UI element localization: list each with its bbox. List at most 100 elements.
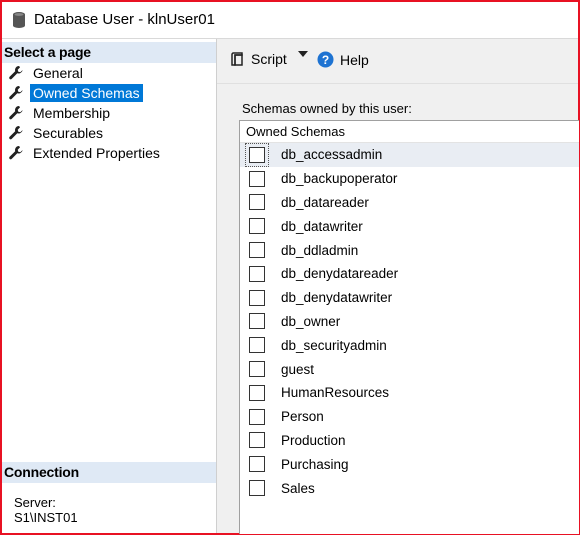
- schema-checkbox[interactable]: [249, 218, 265, 235]
- schema-checkbox[interactable]: [249, 384, 265, 401]
- schema-name: db_backupoperator: [281, 171, 398, 187]
- schema-row[interactable]: db_denydatawriter: [240, 286, 579, 310]
- checkbox-wrapper: [247, 383, 267, 403]
- checkbox-wrapper: [247, 430, 267, 450]
- checkbox-wrapper: [247, 311, 267, 331]
- schema-name: db_ddladmin: [281, 242, 359, 258]
- schema-name: HumanResources: [281, 385, 390, 401]
- page-item-label: Extended Properties: [33, 145, 160, 161]
- checkbox-wrapper: [247, 478, 267, 498]
- checkbox-wrapper: [247, 216, 267, 236]
- dialog-window: Database User - klnUser01 Select a page …: [0, 0, 580, 535]
- help-button[interactable]: ? Help: [317, 51, 369, 68]
- schema-name: db_datawriter: [281, 218, 363, 234]
- page-item-securables[interactable]: Securables: [2, 123, 216, 143]
- schema-checkbox[interactable]: [249, 432, 265, 449]
- schema-name: db_datareader: [281, 194, 369, 210]
- schema-checkbox[interactable]: [249, 289, 265, 306]
- page-item-owned-schemas[interactable]: Owned Schemas: [2, 83, 216, 103]
- schema-row[interactable]: db_datawriter: [240, 214, 579, 238]
- checkbox-wrapper: [245, 142, 269, 167]
- schema-name: db_accessadmin: [281, 147, 383, 163]
- schema-checkbox[interactable]: [249, 170, 265, 187]
- schema-rows: db_accessadmin db_backupoperator db_datare…: [240, 142, 579, 500]
- checkbox-wrapper: [247, 240, 267, 260]
- svg-text:?: ?: [322, 53, 329, 67]
- server-label: Server:: [14, 495, 56, 510]
- dropdown-arrow-icon: [298, 51, 308, 57]
- schemas-caption: Schemas owned by this user:: [242, 101, 412, 116]
- checkbox-wrapper: [247, 169, 267, 189]
- schema-name: Person: [281, 409, 324, 425]
- owned-schemas-grid: Owned Schemas db_accessadmin db_backupope…: [239, 120, 579, 534]
- wrench-icon: [9, 126, 23, 140]
- schema-name: Purchasing: [281, 456, 349, 472]
- checkbox-wrapper: [247, 192, 267, 212]
- schema-row[interactable]: db_owner: [240, 310, 579, 334]
- left-pane: Select a page General Owned Schemas Memb…: [2, 39, 217, 533]
- page-item-label: General: [33, 65, 83, 81]
- schema-checkbox[interactable]: [249, 456, 265, 473]
- title-bar: Database User - klnUser01: [2, 2, 578, 39]
- schema-name: guest: [281, 361, 315, 377]
- schema-row[interactable]: Sales: [240, 476, 579, 500]
- script-button[interactable]: Script: [229, 51, 287, 67]
- schema-row[interactable]: HumanResources: [240, 381, 579, 405]
- window-title: Database User - klnUser01: [34, 11, 215, 28]
- schema-name: Production: [281, 432, 346, 448]
- schema-row[interactable]: db_accessadmin: [240, 142, 579, 167]
- page-item-label: Owned Schemas: [30, 84, 143, 102]
- page-item-extended-properties[interactable]: Extended Properties: [2, 143, 216, 163]
- checkbox-wrapper: [247, 454, 267, 474]
- checkbox-wrapper: [247, 359, 267, 379]
- page-item-general[interactable]: General: [2, 63, 216, 83]
- schema-row[interactable]: db_ddladmin: [240, 238, 579, 262]
- schema-row[interactable]: db_backupoperator: [240, 167, 579, 191]
- schema-checkbox[interactable]: [249, 480, 265, 497]
- connection-header: Connection: [2, 462, 216, 483]
- checkbox-wrapper: [247, 288, 267, 308]
- checkbox-wrapper: [247, 264, 267, 284]
- wrench-icon: [9, 86, 23, 100]
- page-item-label: Securables: [33, 125, 104, 141]
- schema-row[interactable]: Production: [240, 429, 579, 453]
- schema-checkbox[interactable]: [249, 337, 265, 354]
- owned-schemas-panel: Schemas owned by this user: Owned Schema…: [217, 84, 579, 534]
- server-value: S1\INST01: [14, 510, 78, 525]
- help-icon: ?: [317, 51, 334, 68]
- schema-name: db_denydatareader: [281, 266, 399, 282]
- schema-checkbox[interactable]: [249, 313, 265, 330]
- script-dropdown-button[interactable]: [298, 51, 308, 57]
- schema-row[interactable]: Purchasing: [240, 452, 579, 476]
- schema-name: db_owner: [281, 313, 341, 329]
- wrench-icon: [9, 66, 23, 80]
- toolbar: Script ? Help: [217, 39, 578, 84]
- database-icon: [13, 12, 25, 28]
- page-list: General Owned Schemas Membership Securab…: [2, 63, 216, 163]
- page-item-label: Membership: [33, 105, 111, 121]
- schema-checkbox[interactable]: [249, 361, 265, 378]
- schema-checkbox[interactable]: [249, 408, 265, 425]
- connection-info: Server: S1\INST01: [14, 495, 78, 525]
- schema-name: Sales: [281, 480, 315, 496]
- script-icon: [231, 52, 243, 66]
- schema-row[interactable]: guest: [240, 357, 579, 381]
- schema-row[interactable]: db_securityadmin: [240, 333, 579, 357]
- select-page-header: Select a page: [2, 42, 216, 63]
- schema-row[interactable]: db_datareader: [240, 191, 579, 215]
- wrench-icon: [9, 146, 23, 160]
- schema-name: db_securityadmin: [281, 337, 387, 353]
- column-header-owned-schemas[interactable]: Owned Schemas: [240, 121, 579, 143]
- page-item-membership[interactable]: Membership: [2, 103, 216, 123]
- schema-name: db_denydatawriter: [281, 290, 393, 306]
- schema-checkbox[interactable]: [249, 265, 265, 282]
- wrench-icon: [9, 106, 23, 120]
- checkbox-wrapper: [247, 407, 267, 427]
- schema-row[interactable]: db_denydatareader: [240, 262, 579, 286]
- schema-row[interactable]: Person: [240, 405, 579, 429]
- script-label: Script: [251, 51, 287, 67]
- checkbox-wrapper: [247, 335, 267, 355]
- schema-checkbox[interactable]: [249, 242, 265, 259]
- schema-checkbox[interactable]: [249, 194, 265, 211]
- schema-checkbox[interactable]: [249, 146, 265, 163]
